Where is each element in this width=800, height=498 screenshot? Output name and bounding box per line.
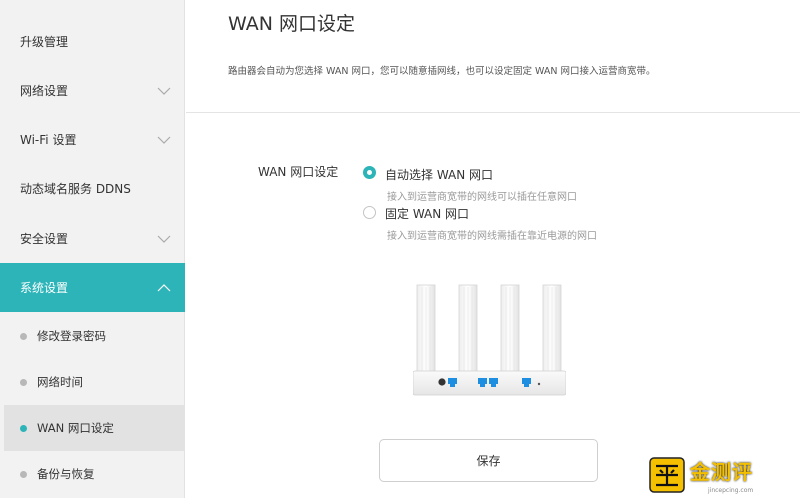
sidebar-item-upgrade[interactable]: 升级管理 xyxy=(0,17,185,66)
sidebar-item-label: 安全设置 xyxy=(20,232,69,246)
chevron-down-icon xyxy=(157,235,171,243)
sidebar-item-label: 网络设置 xyxy=(20,84,69,98)
page-title: WAN 网口设定 xyxy=(228,13,355,35)
option-fixed-wan-desc: 接入到运营商宽带的网线需插在靠近电源的网口 xyxy=(387,231,597,242)
sidebar-subitem-label: WAN 网口设定 xyxy=(37,421,114,435)
sidebar-item-wifi[interactable]: Wi-Fi 设置 xyxy=(0,115,185,164)
chevron-up-icon xyxy=(157,283,171,291)
watermark-logo: 金测评 jincepcing.com xyxy=(648,454,798,498)
bullet-dot-icon xyxy=(20,424,27,432)
sidebar: 升级管理 网络设置 Wi-Fi 设置 动态域名服务 DDNS 安全设置 系统设置… xyxy=(0,0,185,498)
sidebar-item-network[interactable]: 网络设置 xyxy=(0,66,185,115)
sidebar-subitem-network-time[interactable]: 网络时间 xyxy=(4,359,185,405)
sidebar-item-system[interactable]: 系统设置 xyxy=(0,263,185,312)
sidebar-subitem-label: 网络时间 xyxy=(37,375,83,389)
reset-hole-icon xyxy=(537,382,541,386)
sidebar-subitem-wan-port[interactable]: WAN 网口设定 xyxy=(4,405,185,451)
option-fixed-wan-label[interactable]: 固定 WAN 网口 xyxy=(385,205,469,222)
watermark-emblem-icon xyxy=(649,457,685,493)
radio-auto-select-wan[interactable] xyxy=(363,166,376,179)
sidebar-subitem-change-password[interactable]: 修改登录密码 xyxy=(4,313,185,359)
watermark-text: 金测评 xyxy=(690,460,753,484)
bullet-dot-icon xyxy=(20,332,27,340)
chevron-down-icon xyxy=(157,136,171,144)
router-illustration xyxy=(413,284,566,396)
sidebar-subitem-backup-restore[interactable]: 备份与恢复 xyxy=(4,451,185,497)
radio-fixed-wan[interactable] xyxy=(363,206,376,219)
chevron-down-icon xyxy=(157,87,171,95)
bullet-dot-icon xyxy=(20,470,27,478)
main-panel: WAN 网口设定 路由器会自动为您选择 WAN 网口，您可以随意插网线，也可以设… xyxy=(186,0,800,498)
sidebar-item-security[interactable]: 安全设置 xyxy=(0,214,185,263)
page-description: 路由器会自动为您选择 WAN 网口，您可以随意插网线，也可以设定固定 WAN 网… xyxy=(228,66,656,77)
divider xyxy=(186,112,800,113)
option-auto-select-desc: 接入到运营商宽带的网线可以插在任意网口 xyxy=(387,192,577,203)
wan-setting-label: WAN 网口设定 xyxy=(258,165,339,179)
option-auto-select-label[interactable]: 自动选择 WAN 网口 xyxy=(385,166,493,183)
sidebar-item-label: 升级管理 xyxy=(20,35,69,49)
sidebar-item-label: 动态域名服务 DDNS xyxy=(20,182,131,196)
sidebar-item-label: 系统设置 xyxy=(20,281,69,295)
sidebar-subitem-label: 修改登录密码 xyxy=(37,329,106,343)
sidebar-item-ddns[interactable]: 动态域名服务 DDNS xyxy=(0,164,185,213)
power-port-icon xyxy=(438,378,446,386)
save-button[interactable]: 保存 xyxy=(379,439,598,482)
sidebar-subitem-label: 备份与恢复 xyxy=(37,467,95,481)
sidebar-item-label: Wi-Fi 设置 xyxy=(20,133,77,147)
bullet-dot-icon xyxy=(20,378,27,386)
watermark-url: jincepcing.com xyxy=(708,487,754,494)
